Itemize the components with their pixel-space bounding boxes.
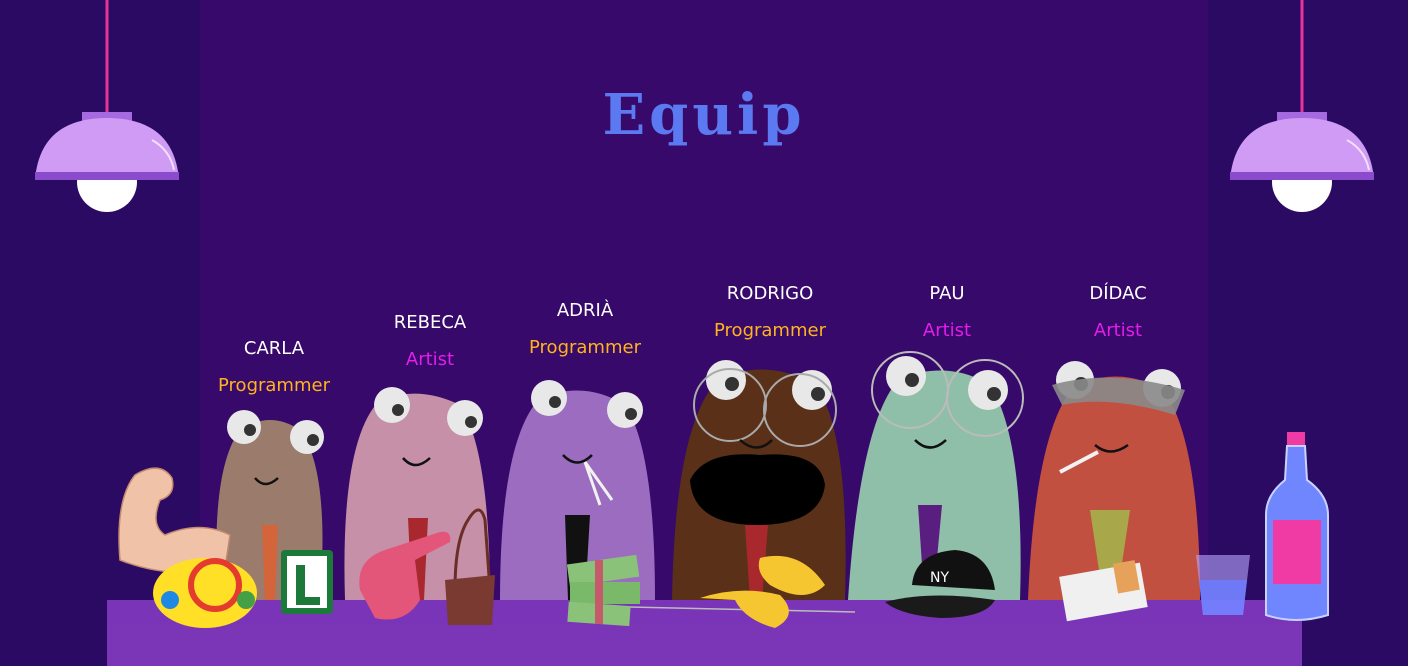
toy-steering-wheel-icon [153, 558, 257, 628]
glass-icon [1196, 555, 1250, 615]
flexed-arm-icon [118, 467, 231, 574]
bottle-icon [1265, 432, 1329, 621]
svg-text:NY: NY [930, 570, 949, 586]
beard-icon [690, 454, 825, 525]
l-plate-icon [281, 550, 333, 614]
team-illustration: NY [107, 351, 1329, 666]
cash-stack-icon [566, 554, 640, 627]
